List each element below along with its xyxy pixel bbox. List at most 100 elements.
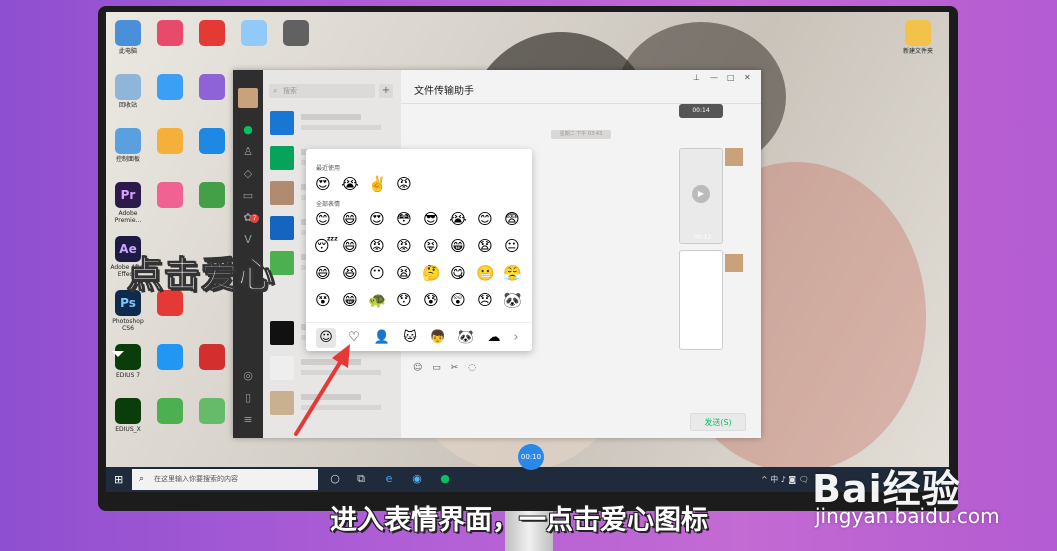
emoji[interactable]: 😲: [449, 292, 467, 309]
mini-program-icon[interactable]: ◎: [242, 370, 254, 382]
pin-icon[interactable]: ⊥: [693, 73, 700, 82]
desktop-icon[interactable]: [152, 344, 188, 370]
emoji[interactable]: 😁: [449, 238, 467, 255]
folder-icon[interactable]: ▭: [432, 363, 441, 373]
desktop-icon[interactable]: [194, 344, 230, 370]
emoji[interactable]: 😰: [422, 292, 440, 309]
desktop-icon-new-folder[interactable]: 新建文件夹: [900, 20, 936, 55]
edge-icon[interactable]: e: [382, 472, 396, 486]
desktop-icon[interactable]: [194, 128, 230, 154]
emoji[interactable]: ✌️: [368, 176, 387, 193]
emoji[interactable]: 😳: [395, 211, 413, 228]
desktop-icon-this-pc[interactable]: 此电脑: [110, 20, 146, 55]
sticker-tab[interactable]: 🐼: [456, 328, 476, 348]
desktop-icon-control-panel[interactable]: 控制面板: [110, 128, 146, 163]
emoji[interactable]: 😋: [449, 265, 467, 282]
emoji[interactable]: 😄: [341, 211, 359, 228]
emoji[interactable]: 😁: [341, 292, 359, 309]
maximize-icon[interactable]: □: [727, 73, 735, 82]
emoji[interactable]: 😐: [503, 238, 521, 255]
wechat-icon[interactable]: ●: [438, 472, 452, 486]
emoji[interactable]: 🐢: [368, 292, 387, 309]
video-message[interactable]: 00:14: [679, 104, 723, 118]
desktop-icon[interactable]: [278, 20, 314, 46]
emoji[interactable]: 😫: [395, 265, 413, 282]
desktop-icon[interactable]: [194, 74, 230, 100]
emoji[interactable]: 😍: [368, 211, 386, 228]
sticker-tab[interactable]: 👦: [428, 328, 448, 348]
user-avatar[interactable]: [238, 88, 258, 108]
emoji[interactable]: 😶: [368, 265, 386, 282]
desktop-icon-edius7[interactable]: EDIUS 7: [110, 344, 146, 379]
emoji[interactable]: 😄: [341, 238, 359, 255]
files-icon[interactable]: ▭: [242, 190, 254, 202]
desktop-icon-edius-x[interactable]: EDIUS_X: [110, 398, 146, 433]
cortana-icon[interactable]: ○: [328, 472, 342, 486]
emoji[interactable]: 😎: [422, 211, 440, 228]
emoji[interactable]: 😤: [503, 265, 522, 282]
add-button[interactable]: +: [379, 84, 393, 98]
search-input[interactable]: ⌕ 搜索: [269, 84, 375, 98]
sticker-tab[interactable]: ☁: [484, 328, 504, 348]
desktop-icon[interactable]: [194, 20, 230, 46]
menu-icon[interactable]: ≡: [242, 414, 254, 426]
close-icon[interactable]: ✕: [744, 73, 751, 82]
video-message[interactable]: ▶ 00:12: [679, 148, 723, 244]
taskbar-search-input[interactable]: ⌕ 在这里输入你要搜索的内容: [132, 469, 318, 490]
minimize-icon[interactable]: —: [710, 73, 718, 82]
sticker-tab[interactable]: 👤: [372, 328, 392, 348]
desktop-icon[interactable]: [194, 398, 230, 424]
desktop-icon[interactable]: [152, 182, 188, 208]
emoji-icon[interactable]: ☺: [413, 363, 422, 373]
task-view-icon[interactable]: ⧉: [354, 472, 368, 486]
browser-icon[interactable]: ◉: [410, 472, 424, 486]
chat-icon[interactable]: ●: [242, 124, 254, 136]
desktop-icon[interactable]: [236, 20, 272, 46]
channels-icon[interactable]: ᐯ: [242, 234, 254, 246]
emoji[interactable]: 😄: [314, 265, 332, 282]
app-icon: [199, 20, 225, 46]
windows-start-icon[interactable]: ⊞: [114, 473, 123, 486]
system-tray[interactable]: ^ 中 ♪ ◙ 🗨: [761, 474, 809, 485]
scissors-icon[interactable]: ✂: [451, 363, 459, 373]
avatar[interactable]: [725, 148, 743, 166]
emoji[interactable]: 😯: [395, 292, 413, 309]
chat-title: 文件传输助手: [414, 86, 474, 97]
emoji[interactable]: 😧: [476, 238, 494, 255]
emoji[interactable]: 😵: [314, 292, 332, 309]
desktop-icon-premiere[interactable]: Pr Adobe Premie...: [110, 182, 146, 224]
emoji[interactable]: 😨: [503, 211, 521, 228]
emoji[interactable]: 😊: [476, 211, 494, 228]
emoji[interactable]: 😆: [341, 265, 359, 282]
emoji[interactable]: 😍: [314, 176, 332, 193]
emoji[interactable]: 😡: [368, 238, 386, 255]
desktop-icon[interactable]: [152, 398, 188, 424]
desktop-icon-recycle-bin[interactable]: 回收站: [110, 74, 146, 109]
send-button[interactable]: 发送(S): [690, 413, 746, 431]
emoji[interactable]: 😴: [314, 238, 338, 255]
chat-bubble-icon[interactable]: ◌: [468, 363, 476, 373]
emoji[interactable]: 😡: [395, 176, 413, 193]
avatar[interactable]: [725, 254, 743, 272]
emoji[interactable]: 🐼: [503, 292, 522, 309]
sticker-tab[interactable]: 🐱: [400, 328, 420, 348]
image-message[interactable]: [679, 250, 723, 350]
app-icon: [199, 74, 225, 100]
desktop-icon[interactable]: [152, 20, 188, 46]
list-item[interactable]: [263, 106, 401, 140]
emoji[interactable]: 😞: [476, 292, 494, 309]
emoji[interactable]: 🤔: [422, 265, 441, 282]
emoji[interactable]: 😡: [395, 238, 413, 255]
favorites-icon[interactable]: ◇: [242, 168, 254, 180]
desktop-icon[interactable]: [152, 128, 188, 154]
desktop-icon[interactable]: [194, 182, 230, 208]
emoji[interactable]: 😊: [314, 211, 332, 228]
emoji[interactable]: 😬: [476, 265, 495, 282]
contacts-icon[interactable]: ♙: [242, 146, 254, 158]
phone-icon[interactable]: ▯: [242, 392, 254, 404]
chevron-right-icon[interactable]: ›: [506, 328, 526, 348]
desktop-icon[interactable]: [152, 74, 188, 100]
emoji[interactable]: 😭: [449, 211, 467, 228]
emoji[interactable]: 😭: [341, 176, 359, 193]
emoji[interactable]: 😝: [422, 238, 440, 255]
